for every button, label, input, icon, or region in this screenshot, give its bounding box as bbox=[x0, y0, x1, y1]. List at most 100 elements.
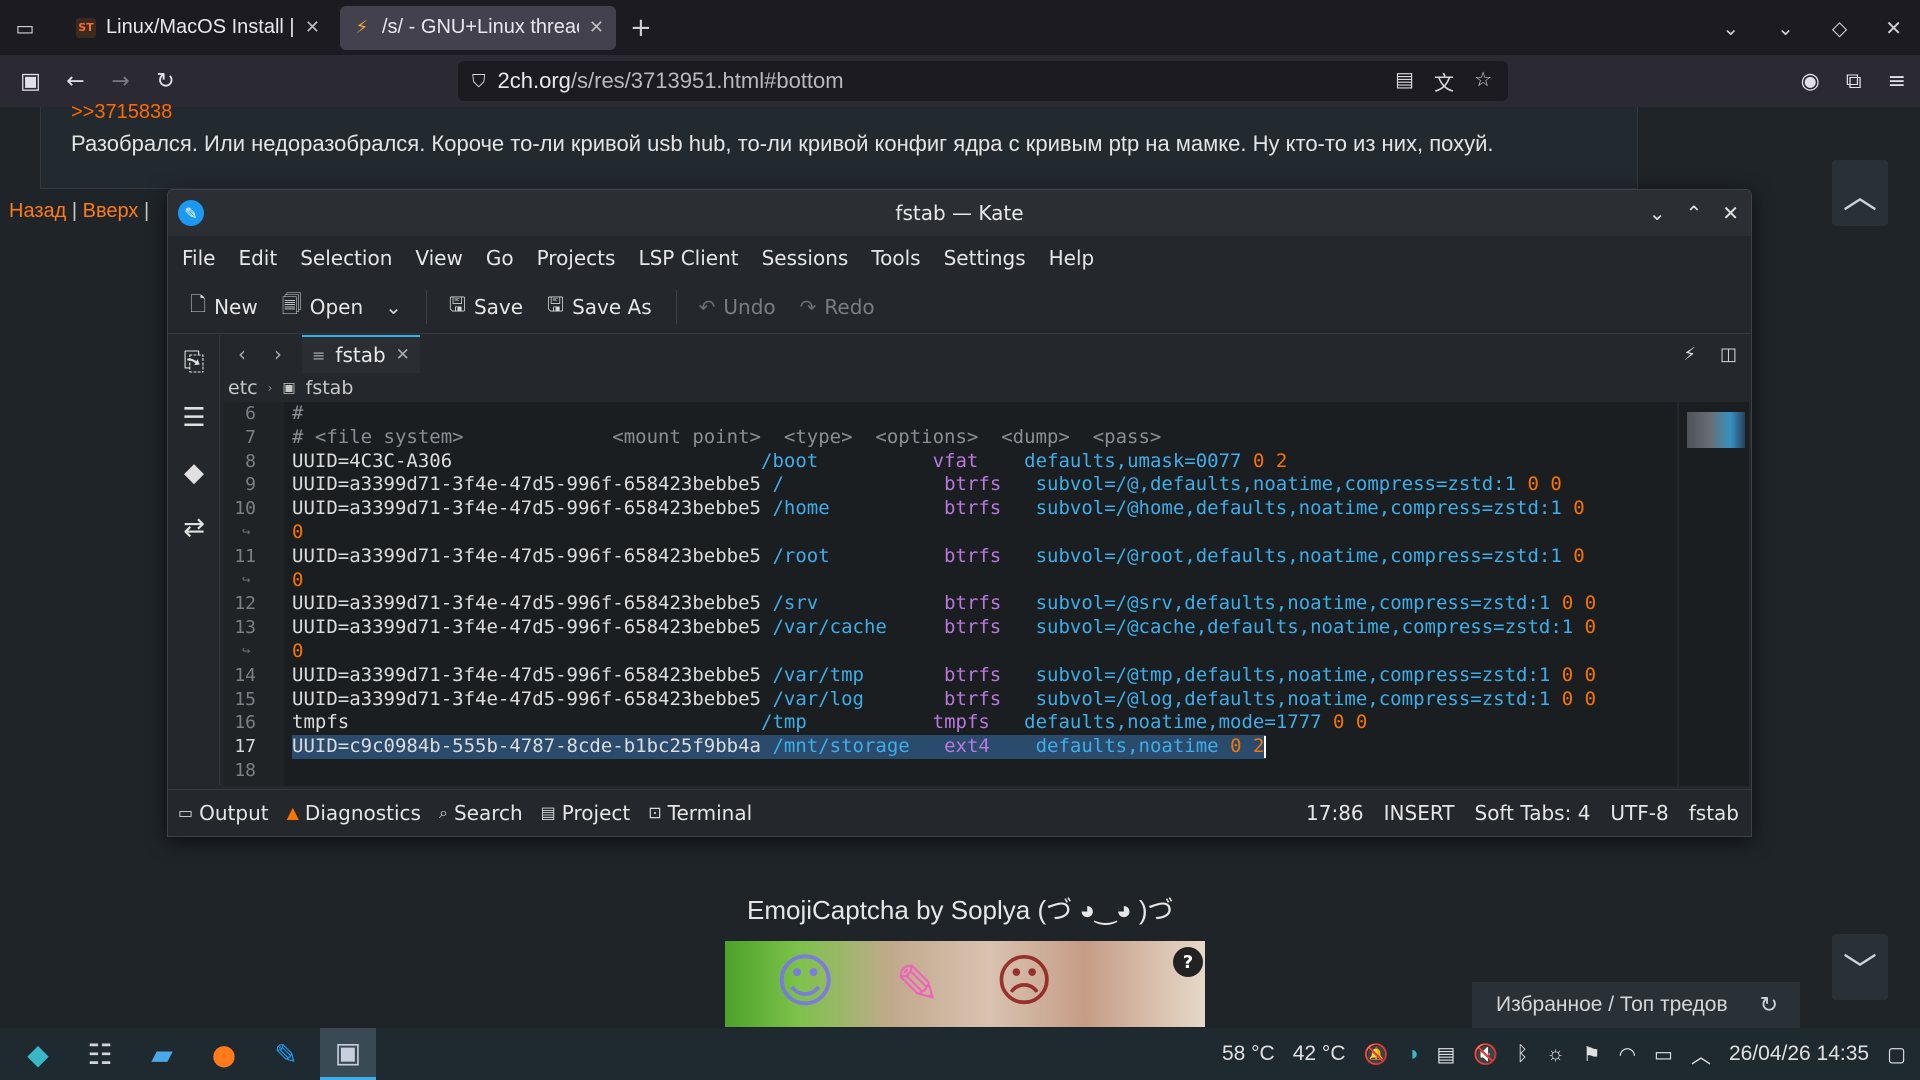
steam-icon[interactable]: ◑ bbox=[1406, 1043, 1418, 1066]
git-icon[interactable]: ◆ bbox=[168, 445, 220, 500]
show-desktop-icon[interactable]: ▢ bbox=[1887, 1042, 1906, 1067]
screenshot-tool-icon[interactable]: ▣ bbox=[320, 1028, 376, 1080]
close-tab-icon[interactable]: ✕ bbox=[589, 17, 604, 38]
redo-button[interactable]: ↷ Redo bbox=[800, 295, 875, 319]
file-manager-icon[interactable]: ▰ bbox=[134, 1028, 190, 1080]
document-tab[interactable]: ≡ fstab ✕ bbox=[302, 335, 420, 373]
encoding[interactable]: UTF-8 bbox=[1610, 801, 1668, 825]
back-link[interactable]: Назад bbox=[9, 200, 66, 222]
captcha-help-button[interactable]: ? bbox=[1173, 947, 1203, 977]
terminal-button[interactable]: ⊡ Terminal bbox=[648, 801, 752, 825]
output-button[interactable]: ▭ Output bbox=[178, 801, 269, 825]
battery-icon[interactable]: ▭ bbox=[1654, 1042, 1673, 1067]
clock[interactable]: 26/04/26 14:35 bbox=[1729, 1042, 1869, 1066]
close-tab-icon[interactable]: ✕ bbox=[396, 345, 410, 365]
browser-tab-bar: ▭ ST Linux/MacOS Install | ( ✕ ⚡ /s/ - G… bbox=[0, 0, 1920, 55]
shield-icon[interactable]: ⛉ bbox=[472, 71, 486, 92]
new-button[interactable]: 🗋 New bbox=[190, 290, 258, 324]
up-link[interactable]: Вверх bbox=[83, 200, 139, 222]
prev-tab-icon[interactable]: ‹ bbox=[224, 342, 260, 366]
menu-edit[interactable]: Edit bbox=[238, 246, 288, 270]
minimap[interactable] bbox=[1679, 402, 1749, 786]
sidebar-toggle-icon[interactable]: ▣ bbox=[8, 55, 53, 107]
wifi-icon[interactable]: ◠ bbox=[1619, 1042, 1636, 1067]
indentation-setting[interactable]: Soft Tabs: 4 bbox=[1475, 801, 1591, 825]
account-icon[interactable]: ◉ bbox=[1801, 69, 1820, 94]
close-window-icon[interactable]: ✕ bbox=[1885, 16, 1902, 40]
firefox-icon[interactable]: ● bbox=[196, 1028, 252, 1080]
menu-help[interactable]: Help bbox=[1049, 246, 1106, 270]
bookmark-star-icon[interactable]: ☆ bbox=[1474, 67, 1492, 96]
breadcrumb-file[interactable]: fstab bbox=[306, 377, 354, 399]
input-mode[interactable]: INSERT bbox=[1384, 801, 1455, 825]
cursor-position[interactable]: 17:86 bbox=[1306, 801, 1364, 825]
project-button[interactable]: ▤ Project bbox=[541, 801, 631, 825]
close-window-icon[interactable]: ✕ bbox=[1722, 201, 1739, 225]
scroll-up-button[interactable]: ︿ bbox=[1832, 160, 1888, 226]
menu-projects[interactable]: Projects bbox=[537, 246, 627, 270]
forward-icon[interactable]: → bbox=[98, 55, 143, 107]
outline-icon[interactable]: ☰ bbox=[168, 390, 220, 445]
search-button[interactable]: ⌕ Search bbox=[439, 801, 523, 825]
file-type[interactable]: fstab bbox=[1689, 801, 1739, 825]
scroll-down-button[interactable]: ﹀ bbox=[1832, 934, 1888, 1000]
address-bar[interactable]: ⛉ 2ch.org/s/res/3713951.html#bottom ▤ 文 … bbox=[458, 61, 1508, 101]
list-all-tabs-icon[interactable]: ⌄ bbox=[1722, 16, 1739, 40]
minimize-icon[interactable]: ⌄ bbox=[1777, 16, 1794, 40]
diagnostics-button[interactable]: ▲ Diagnostics bbox=[287, 801, 421, 825]
close-tab-icon[interactable]: ✕ bbox=[305, 17, 320, 38]
reader-view-icon[interactable]: ▤ bbox=[1395, 67, 1414, 96]
menu-view[interactable]: View bbox=[415, 246, 473, 270]
undo-button[interactable]: ↶ Undo bbox=[699, 295, 776, 319]
menu-settings[interactable]: Settings bbox=[944, 246, 1037, 270]
menu-go[interactable]: Go bbox=[486, 246, 525, 270]
chevron-down-icon[interactable]: ⌄ bbox=[385, 295, 402, 319]
quick-open-icon[interactable]: ⚡ bbox=[1683, 344, 1696, 365]
menu-lsp-client[interactable]: LSP Client bbox=[638, 246, 749, 270]
expand-tray-icon[interactable]: ︿ bbox=[1691, 1040, 1711, 1069]
split-view-icon[interactable]: ◫ bbox=[1720, 344, 1737, 365]
save-as-button[interactable]: 🖫 Save As bbox=[547, 290, 652, 324]
menu-selection[interactable]: Selection bbox=[300, 246, 403, 270]
extensions-icon[interactable]: ⧉ bbox=[1846, 69, 1862, 94]
refresh-icon[interactable]: ↻ bbox=[1760, 992, 1778, 1018]
quote-link[interactable]: >>3715838 bbox=[71, 101, 172, 124]
volume-muted-icon[interactable]: 🔇 bbox=[1473, 1042, 1498, 1067]
keyboard-layout-icon[interactable]: ⚑ bbox=[1583, 1042, 1601, 1067]
favorites-panel[interactable]: Избранное / Топ тредов ↻ bbox=[1472, 982, 1800, 1028]
browser-tab[interactable]: ST Linux/MacOS Install | ( ✕ bbox=[64, 6, 332, 50]
compare-icon[interactable]: ⇄ bbox=[168, 500, 220, 555]
code-editor[interactable]: 6 7 8 9 10 ↪ 11 ↪ 12 13 ↪ 14 15 16 17 18… bbox=[224, 402, 1677, 786]
reload-icon[interactable]: ↻ bbox=[143, 55, 188, 107]
app-launcher-icon[interactable]: ◆ bbox=[10, 1028, 66, 1080]
menu-icon[interactable]: ≡ bbox=[1888, 69, 1906, 94]
url-text[interactable]: 2ch.org/s/res/3713951.html#bottom bbox=[498, 68, 844, 94]
new-tab-icon[interactable]: + bbox=[630, 13, 652, 43]
back-icon[interactable]: ← bbox=[53, 55, 98, 107]
menu-file[interactable]: File bbox=[182, 246, 226, 270]
browser-tab-active[interactable]: ⚡ /s/ - GNU+Linux threac ✕ bbox=[340, 5, 616, 50]
minimize-window-icon[interactable]: ⌄ bbox=[1649, 201, 1666, 225]
maximize-window-icon[interactable]: ⌃ bbox=[1685, 201, 1702, 225]
code-line: tmpfs /tmp tmpfs defaults,noatime,mode=1… bbox=[292, 711, 1368, 734]
next-tab-icon[interactable]: › bbox=[260, 342, 296, 366]
notifications-off-icon[interactable]: 🔕 bbox=[1364, 1042, 1389, 1067]
brightness-icon[interactable]: ☼ bbox=[1546, 1043, 1564, 1066]
window-titlebar[interactable]: ✎ fstab — Kate ⌄ ⌃ ✕ bbox=[168, 190, 1751, 236]
open-button[interactable]: 🗐 Open ⌄ bbox=[282, 290, 402, 324]
line-number: 13 bbox=[234, 617, 256, 639]
documents-icon[interactable]: ⎘ bbox=[168, 335, 220, 390]
search-icon: ⌕ bbox=[438, 802, 448, 822]
clipboard-icon[interactable]: ▤ bbox=[1437, 1042, 1456, 1067]
restore-icon[interactable]: ◇ bbox=[1832, 16, 1847, 40]
menu-sessions[interactable]: Sessions bbox=[762, 246, 860, 270]
translate-icon[interactable]: 文 bbox=[1434, 67, 1454, 96]
bluetooth-icon[interactable]: ᛒ bbox=[1516, 1043, 1528, 1066]
kate-icon[interactable]: ✎ bbox=[258, 1028, 314, 1080]
tab-list-icon[interactable]: ▭ bbox=[0, 0, 50, 55]
menu-tools[interactable]: Tools bbox=[871, 246, 931, 270]
system-settings-icon[interactable]: ☷ bbox=[72, 1028, 128, 1080]
captcha-image[interactable]: ☺ ✎ ☹ ? bbox=[725, 941, 1205, 1027]
breadcrumb-dir[interactable]: etc bbox=[228, 377, 258, 399]
save-button[interactable]: 🖫 Save bbox=[449, 290, 523, 324]
